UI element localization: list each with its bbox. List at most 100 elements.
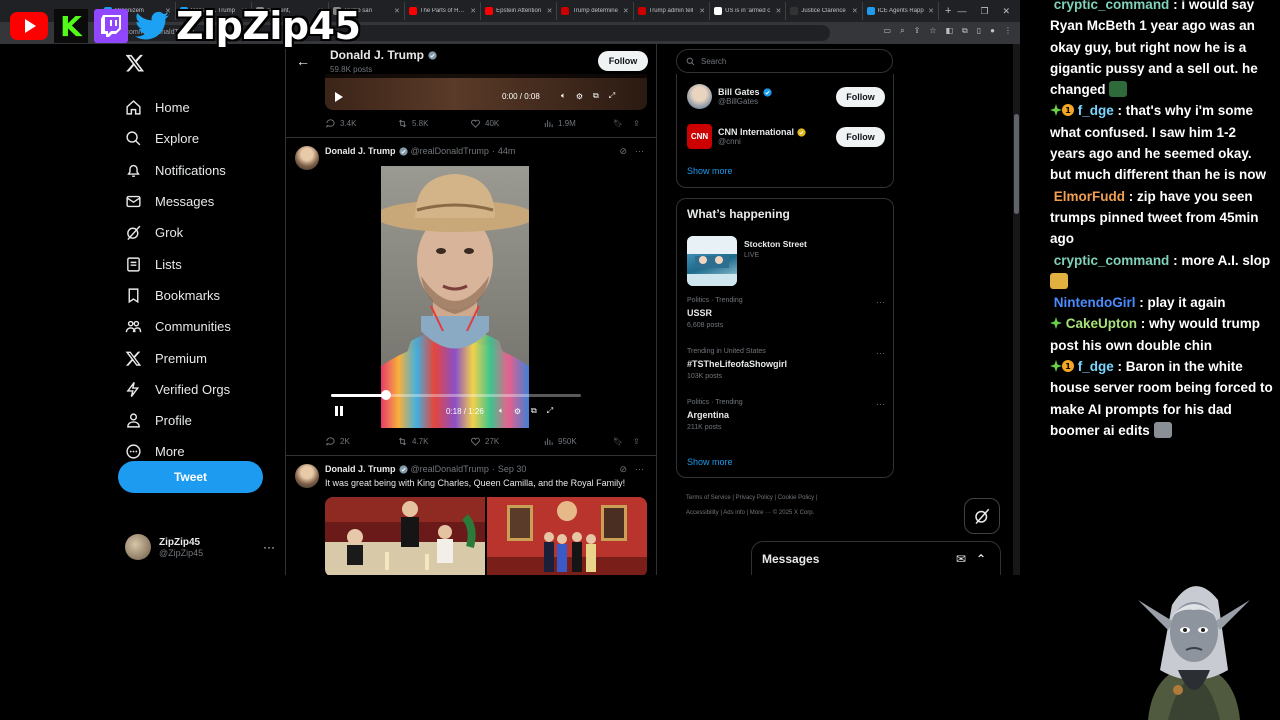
grok-icon[interactable]: ⊘	[619, 146, 627, 157]
tab-close-icon[interactable]: ✕	[928, 7, 934, 15]
more-dots-icon[interactable]: ···	[635, 464, 644, 475]
post2-time[interactable]: 44m	[498, 146, 516, 156]
tab-close-icon[interactable]: ✕	[852, 7, 858, 15]
page-scrollbar[interactable]	[1013, 44, 1020, 575]
pip-icon[interactable]: ⧉	[531, 406, 537, 416]
nav-item-verified-orgs[interactable]: Verified Orgs	[115, 374, 285, 405]
search-input[interactable]: Search	[676, 49, 893, 73]
nav-item-lists[interactable]: Lists	[115, 248, 285, 279]
compose-message-icon[interactable]: ✉︎	[956, 552, 966, 566]
extensions-puzzle-icon[interactable]: ⧉	[962, 26, 968, 36]
more-dots-icon[interactable]: ···	[876, 297, 885, 307]
browser-tab[interactable]: Justice Clarence ✕	[786, 2, 863, 20]
nav-item-bookmarks[interactable]: Bookmarks	[115, 280, 285, 311]
account-switcher[interactable]: ZipZip45 @ZipZip45 ···	[125, 534, 275, 560]
suggestion-bill-gates[interactable]: Bill Gates @BillGates Follow	[687, 84, 885, 109]
reply-button[interactable]: 2K	[325, 436, 397, 447]
chat-username[interactable]: NintendoGirl	[1054, 295, 1136, 310]
star-icon[interactable]: ☆	[929, 26, 936, 36]
follow-button[interactable]: Follow	[836, 127, 885, 147]
trend-item[interactable]: Politics · Trending USSR 6,608 posts ···	[687, 297, 885, 329]
suggestion-cnn[interactable]: CNN CNN International @cnni Follow	[687, 124, 885, 149]
follow-button[interactable]: Follow	[836, 87, 885, 107]
browser-tab[interactable]: The Parts of Hegs ✕	[405, 2, 482, 20]
more-dots-icon[interactable]: ···	[876, 399, 885, 409]
share-icon[interactable]: ⇪	[914, 26, 921, 36]
views-button[interactable]: 1.9M	[543, 118, 613, 129]
close-window-icon[interactable]: ✕	[1003, 6, 1011, 17]
nav-item-grok[interactable]: Grok	[115, 217, 285, 248]
post2-author[interactable]: Donald J. Trump	[325, 146, 396, 156]
chat-username[interactable]: cryptic_command	[1054, 253, 1170, 268]
footer-line[interactable]: Accessibility | Ads info | More ··· © 20…	[686, 506, 886, 521]
browser-tab[interactable]: Epstein Attention ✕	[481, 2, 558, 20]
browser-tab[interactable]: US is in 'armed c ✕	[710, 2, 787, 20]
browser-tab[interactable]: ICE Agents Rapp ✕	[863, 2, 940, 20]
nav-item-notifications[interactable]: Notifications	[115, 155, 285, 186]
tab-close-icon[interactable]: ✕	[470, 7, 476, 15]
photo-royal-room[interactable]	[487, 497, 647, 575]
like-button[interactable]: 40K	[470, 118, 543, 129]
like-button[interactable]: 27K	[470, 436, 543, 447]
menu-dots-icon[interactable]: ⋮	[1004, 26, 1012, 36]
tab-close-icon[interactable]: ✕	[776, 7, 782, 15]
nav-item-premium[interactable]: Premium	[115, 342, 285, 373]
grok-icon[interactable]: ⊘	[619, 464, 627, 475]
browser-tab[interactable]: Trump determine ✕	[557, 2, 634, 20]
scrollbar-thumb[interactable]	[1014, 114, 1019, 214]
pip-icon[interactable]: ⧉	[593, 91, 599, 101]
photo-banquet[interactable]	[325, 497, 485, 575]
fullscreen-icon[interactable]: ⤢	[547, 406, 553, 416]
nav-item-communities[interactable]: Communities	[115, 311, 285, 342]
chat-username[interactable]: CakeUpton	[1066, 316, 1137, 331]
new-tab-button[interactable]: +	[939, 5, 957, 17]
bookmark-icon[interactable]: 🔖︎	[613, 437, 633, 446]
play-icon[interactable]	[334, 92, 344, 102]
nav-item-home[interactable]: Home	[115, 92, 285, 123]
more-dots-icon[interactable]: ···	[635, 146, 644, 157]
trend-item[interactable]: Politics · Trending Argentina 211K posts ··…	[687, 399, 885, 431]
profile-avatar-icon[interactable]: ●	[990, 26, 995, 36]
show-more-link[interactable]: Show more	[687, 166, 733, 176]
fullscreen-icon[interactable]: ⤢	[609, 91, 615, 101]
live-thumbnail[interactable]	[687, 236, 737, 286]
video-scrub-handle[interactable]	[381, 390, 391, 400]
post2-handle[interactable]: @realDonaldTrump	[411, 146, 489, 156]
messages-drawer[interactable]: Messages ✉︎ ⌃	[751, 541, 1001, 575]
live-event-name[interactable]: Stockton Street	[744, 239, 807, 249]
more-dots-icon[interactable]: ···	[263, 540, 275, 554]
back-arrow-icon[interactable]: ←	[296, 53, 310, 69]
follow-button[interactable]: Follow	[598, 51, 648, 71]
video-progress-bar[interactable]	[331, 390, 581, 400]
x-logo-icon[interactable]	[125, 53, 145, 73]
tab-close-icon[interactable]: ✕	[699, 7, 705, 15]
repost-button[interactable]: 5.8K	[397, 118, 470, 129]
chevron-up-icon[interactable]: ⌃	[976, 552, 986, 566]
maximize-icon[interactable]: ❐	[980, 6, 988, 17]
nav-item-messages[interactable]: Messages	[115, 186, 285, 217]
tab-close-icon[interactable]: ✕	[623, 7, 629, 15]
reply-button[interactable]: 3.4K	[325, 118, 397, 129]
footer-line[interactable]: Terms of Service | Privacy Policy | Cook…	[686, 491, 886, 506]
post3-time[interactable]: Sep 30	[498, 464, 527, 474]
nav-item-profile[interactable]: Profile	[115, 405, 285, 436]
repost-button[interactable]: 4.7K	[397, 436, 470, 447]
grok-floating-button[interactable]	[964, 498, 1000, 534]
post3-handle[interactable]: @realDonaldTrump	[411, 464, 489, 474]
chat-username[interactable]: f_dge	[1078, 359, 1114, 374]
minimize-icon[interactable]: —	[957, 6, 966, 17]
bookmark-icon[interactable]: 🔖︎	[613, 119, 633, 128]
more-dots-icon[interactable]: ···	[876, 348, 885, 358]
tab-close-icon[interactable]: ✕	[547, 7, 553, 15]
zoom-icon[interactable]: ⌕	[900, 26, 904, 36]
nav-item-explore[interactable]: Explore	[115, 123, 285, 154]
post3-author[interactable]: Donald J. Trump	[325, 464, 396, 474]
chat-username[interactable]: cryptic_command	[1054, 0, 1170, 12]
post2-avatar[interactable]	[295, 146, 319, 170]
share-icon[interactable]: ⇪	[633, 437, 647, 446]
settings-icon[interactable]: ⚙︎	[514, 407, 521, 416]
post2-video[interactable]: 0:18 / 1:26 🔈︎ ⚙︎ ⧉ ⤢	[325, 166, 587, 428]
chat-username[interactable]: f_dge	[1078, 103, 1114, 118]
tweet-button[interactable]: Tweet	[118, 461, 263, 493]
tab-close-icon[interactable]: ✕	[394, 7, 400, 15]
